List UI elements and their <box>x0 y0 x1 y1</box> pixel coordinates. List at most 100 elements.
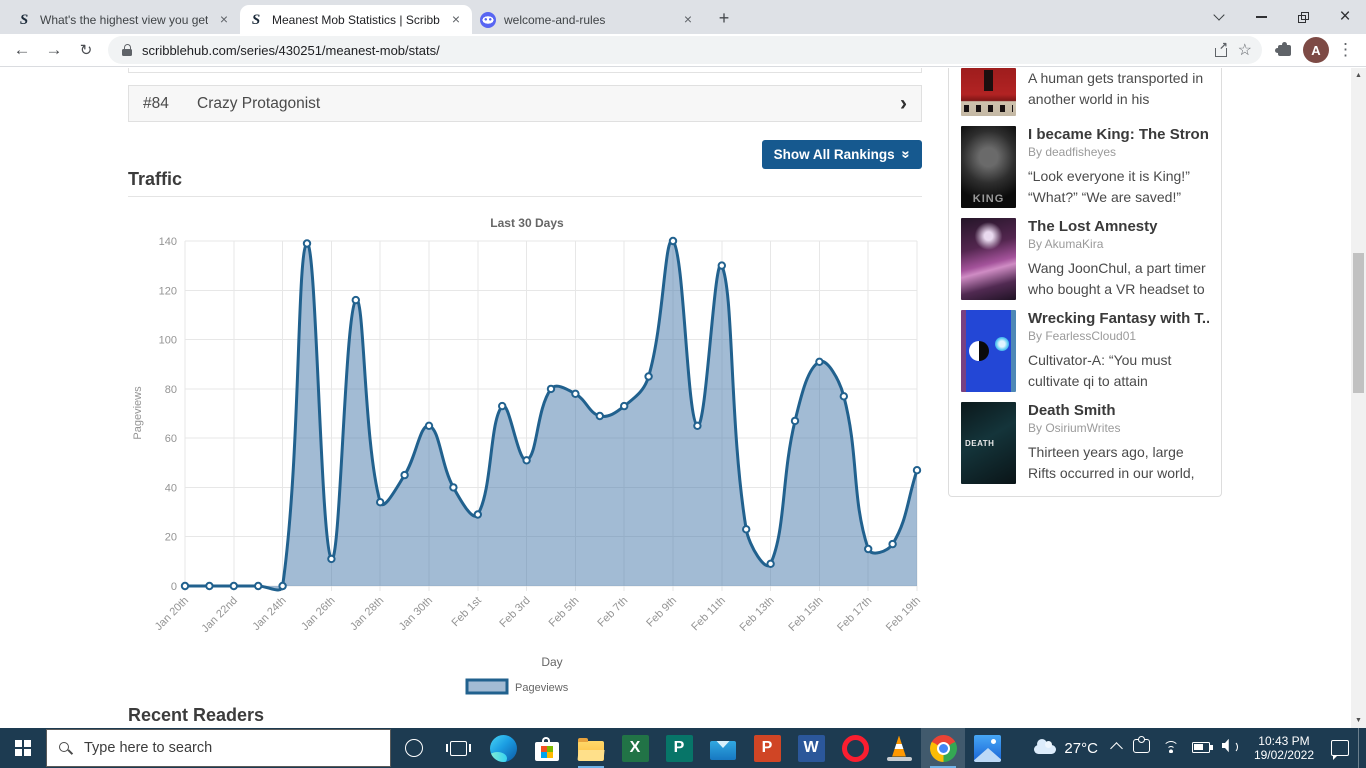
cortana-button[interactable] <box>391 728 436 768</box>
cortana-icon <box>405 739 423 757</box>
novel-cover[interactable]: DEATH <box>961 402 1016 484</box>
window-minimize-button[interactable] <box>1240 0 1282 34</box>
page-scrollbar[interactable] <box>1351 68 1366 728</box>
extensions-puzzle-icon[interactable] <box>1278 45 1291 56</box>
novel-author: By FearlessCloud01 <box>1028 329 1209 343</box>
task-view-button[interactable] <box>436 728 481 768</box>
browser-reload-button[interactable] <box>72 36 100 64</box>
mail-taskbar-button[interactable] <box>701 728 745 768</box>
browser-menu-icon[interactable] <box>1337 40 1354 60</box>
edge-icon <box>490 735 517 762</box>
word-icon: W <box>798 735 825 762</box>
publisher-taskbar-button[interactable]: P <box>657 728 701 768</box>
share-icon[interactable] <box>1214 44 1228 57</box>
chevron-up-icon[interactable] <box>1110 742 1123 755</box>
ranking-rank: #84 <box>143 95 197 113</box>
store-icon <box>535 742 559 761</box>
novel-cover[interactable] <box>961 218 1016 300</box>
novel-title[interactable]: I became King: The Stron... <box>1028 126 1209 143</box>
excel-taskbar-button[interactable]: X <box>613 728 657 768</box>
svg-text:80: 80 <box>165 384 177 396</box>
svg-text:120: 120 <box>159 285 177 297</box>
show-all-rankings-button[interactable]: Show All Rankings <box>762 140 922 169</box>
battery-icon[interactable] <box>1192 742 1210 753</box>
chevron-right-icon[interactable] <box>900 92 907 116</box>
window-close-button[interactable] <box>1324 0 1366 34</box>
tab-close-icon[interactable]: × <box>216 12 232 28</box>
volume-icon[interactable] <box>1222 739 1240 753</box>
clock-time: 10:43 PM <box>1254 734 1314 749</box>
sidebar-novel-item[interactable]: A human gets transported in another worl… <box>961 68 1209 116</box>
ssl-lock-icon[interactable] <box>122 44 132 56</box>
tab-close-icon[interactable]: × <box>680 12 696 28</box>
svg-text:Feb 3rd: Feb 3rd <box>497 595 532 630</box>
novel-title[interactable]: Death Smith <box>1028 402 1209 419</box>
vlc-taskbar-button[interactable] <box>877 728 921 768</box>
novel-title[interactable]: Wrecking Fantasy with T... <box>1028 310 1209 327</box>
novel-cover[interactable] <box>961 310 1016 392</box>
window-controls <box>1198 0 1366 34</box>
temperature-label[interactable]: 27°C <box>1062 740 1106 757</box>
file-explorer-taskbar-button[interactable] <box>569 728 613 768</box>
scrollbar-down-arrow-icon[interactable] <box>1351 713 1366 728</box>
svg-text:Jan 26th: Jan 26th <box>299 595 337 633</box>
photos-taskbar-button[interactable] <box>965 728 1009 768</box>
tab-title: Meanest Mob Statistics | Scribble <box>272 13 440 27</box>
taskbar-search-box[interactable]: Type here to search <box>46 729 391 767</box>
svg-text:Feb 7th: Feb 7th <box>595 595 630 630</box>
task-view-icon <box>450 741 467 756</box>
svg-text:Feb 5th: Feb 5th <box>547 595 582 630</box>
sidebar-novel-item[interactable]: The Lost AmnestyBy AkumaKiraWang JoonChu… <box>961 218 1209 300</box>
profile-avatar[interactable]: A <box>1303 37 1329 63</box>
show-desktop-button[interactable] <box>1358 728 1364 768</box>
sidebar-novel-item[interactable]: DEATHDeath SmithBy OsiriumWritesThirteen… <box>961 402 1209 484</box>
scrollbar-up-arrow-icon[interactable] <box>1351 68 1366 83</box>
novel-cover[interactable] <box>961 68 1016 116</box>
tab-title: welcome-and-rules <box>504 13 672 27</box>
svg-text:40: 40 <box>165 482 177 494</box>
browser-forward-button[interactable] <box>40 36 68 64</box>
sidebar-novel-item[interactable]: KINGI became King: The Stron...By deadfi… <box>961 126 1209 208</box>
browser-back-button[interactable] <box>8 36 36 64</box>
meet-now-icon[interactable] <box>1133 739 1150 753</box>
windows-logo-icon <box>15 740 31 756</box>
powerpoint-taskbar-button[interactable]: P <box>745 728 789 768</box>
novel-cover[interactable]: KING <box>961 126 1016 208</box>
svg-text:Feb 1st: Feb 1st <box>449 595 483 629</box>
action-center-icon[interactable] <box>1331 740 1349 756</box>
traffic-chart-canvas[interactable]: Last 30 Days020406080100120140PageviewsJ… <box>128 205 922 702</box>
scrollbar-thumb[interactable] <box>1353 253 1364 393</box>
store-taskbar-button[interactable] <box>525 728 569 768</box>
novel-title[interactable]: The Lost Amnesty <box>1028 218 1209 235</box>
taskbar-clock[interactable]: 10:43 PM 19/02/2022 <box>1246 734 1322 763</box>
chrome-taskbar-button[interactable] <box>921 728 965 768</box>
ranking-row-partial[interactable] <box>128 68 922 73</box>
wifi-icon[interactable] <box>1162 740 1180 753</box>
url-bar[interactable]: scribblehub.com/series/430251/meanest-mo… <box>108 36 1262 64</box>
ranking-title: Crazy Protagonist <box>197 95 320 113</box>
svg-text:Feb 9th: Feb 9th <box>644 595 679 630</box>
discord-favicon-icon <box>480 12 496 28</box>
browser-tab[interactable]: SWhat's the highest view you get i× <box>8 5 240 34</box>
browser-tab[interactable]: welcome-and-rules × <box>472 5 704 34</box>
ranking-row[interactable]: #84 Crazy Protagonist <box>128 85 922 122</box>
svg-text:0: 0 <box>171 581 177 593</box>
word-taskbar-button[interactable]: W <box>789 728 833 768</box>
opera-taskbar-button[interactable] <box>833 728 877 768</box>
svg-text:60: 60 <box>165 433 177 445</box>
svg-text:Jan 24th: Jan 24th <box>250 595 288 633</box>
new-tab-button[interactable] <box>710 4 738 32</box>
chart-legend[interactable]: Pageviews <box>467 680 569 694</box>
bookmark-star-icon[interactable] <box>1238 40 1252 60</box>
tab-close-icon[interactable]: × <box>448 12 464 28</box>
sidebar-novel-item[interactable]: Wrecking Fantasy with T... By FearlessClo… <box>961 310 1209 392</box>
chart-x-axis-labels: Jan 20thJan 22ndJan 24thJan 26thJan 28th… <box>153 595 922 635</box>
weather-cloud-icon[interactable] <box>1034 745 1056 754</box>
tab-search-chevron-icon[interactable] <box>1198 0 1240 34</box>
start-button[interactable] <box>0 728 46 768</box>
svg-text:Feb 17th: Feb 17th <box>835 595 874 634</box>
browser-tab[interactable]: SMeanest Mob Statistics | Scribble× <box>240 5 472 34</box>
svg-text:140: 140 <box>159 236 177 248</box>
window-restore-button[interactable] <box>1282 0 1324 34</box>
edge-taskbar-button[interactable] <box>481 728 525 768</box>
